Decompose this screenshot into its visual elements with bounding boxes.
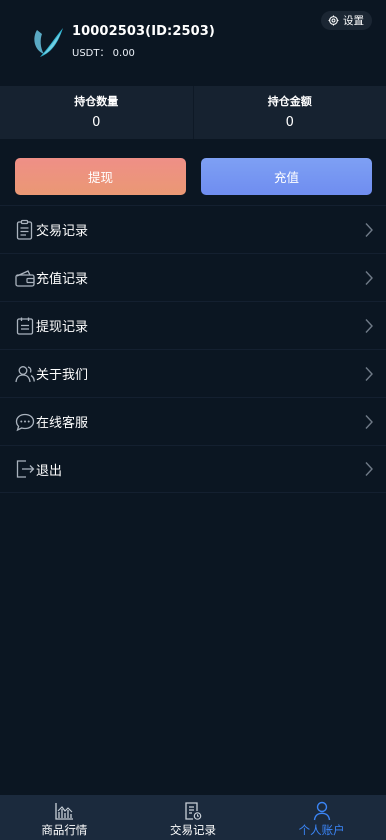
chevron-right-icon <box>365 366 373 381</box>
wallet-icon <box>15 269 35 287</box>
menu-label: 提现记录 <box>36 320 89 335</box>
position-stats: 持仓数量 0 持仓金额 0 <box>0 86 386 139</box>
gear-icon <box>328 15 339 26</box>
logout-icon <box>16 460 35 478</box>
bottom-tab-bar: 商品行情 交易记录 个人账户 <box>0 795 386 840</box>
menu-item-trade-records[interactable]: 交易记录 <box>0 205 386 253</box>
app-logo-icon <box>34 28 63 57</box>
menu-item-recharge-records[interactable]: 充值记录 <box>0 253 386 301</box>
tab-label: 个人账户 <box>298 823 345 837</box>
menu-item-about-us[interactable]: 关于我们 <box>0 349 386 397</box>
position-amount-label: 持仓金额 <box>267 95 312 108</box>
tab-trade-records[interactable]: 交易记录 <box>129 795 258 840</box>
person-icon <box>313 801 330 821</box>
position-amount: 持仓金额 0 <box>192 86 386 139</box>
menu-item-logout[interactable]: 退出 <box>0 445 386 493</box>
menu-label: 交易记录 <box>36 224 89 239</box>
chevron-right-icon <box>365 222 373 237</box>
chart-icon <box>55 803 74 820</box>
menu-item-online-service[interactable]: 在线客服 <box>0 397 386 445</box>
position-count: 持仓数量 0 <box>0 86 193 139</box>
tab-personal-account[interactable]: 个人账户 <box>257 795 386 840</box>
tab-label: 交易记录 <box>170 823 216 837</box>
position-amount-value: 0 <box>285 115 294 130</box>
recharge-button[interactable]: 充值 <box>201 158 372 195</box>
menu-label: 退出 <box>36 463 63 479</box>
position-count-label: 持仓数量 <box>74 95 119 108</box>
withdraw-button[interactable]: 提现 <box>15 158 186 195</box>
account-menu: 交易记录 充值记录 提现记录 关于我们 在线客服 退出 <box>0 205 386 493</box>
tab-market[interactable]: 商品行情 <box>0 795 129 840</box>
tab-label: 商品行情 <box>41 823 88 837</box>
clipboard-icon <box>16 219 33 240</box>
chevron-right-icon <box>365 318 373 333</box>
menu-label: 关于我们 <box>36 368 89 383</box>
account-page: 10002503(ID:2503) USDT： 0.00 设置 持仓数量 0 持… <box>0 0 386 840</box>
menu-label: 在线客服 <box>36 416 89 431</box>
menu-label: 充值记录 <box>36 272 89 287</box>
menu-item-withdraw-records[interactable]: 提现记录 <box>0 301 386 349</box>
settings-label: 设置 <box>343 15 364 27</box>
account-header: 10002503(ID:2503) USDT： 0.00 设置 <box>0 0 386 86</box>
document-icon <box>185 802 202 820</box>
settings-button[interactable]: 设置 <box>321 11 372 30</box>
user-id: 10002503(ID:2503) <box>72 24 215 39</box>
usdt-balance: USDT： 0.00 <box>72 48 135 59</box>
chat-icon <box>15 413 35 431</box>
users-icon <box>15 365 35 382</box>
position-count-value: 0 <box>92 115 101 130</box>
calendar-icon <box>16 317 34 335</box>
chevron-right-icon <box>365 270 373 285</box>
chevron-right-icon <box>365 462 373 476</box>
chevron-right-icon <box>365 414 373 429</box>
